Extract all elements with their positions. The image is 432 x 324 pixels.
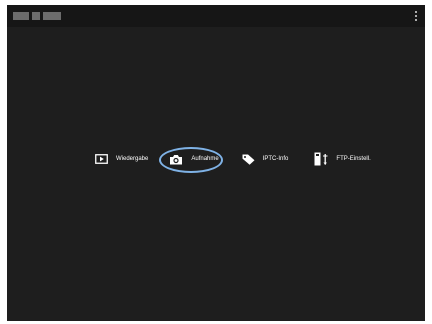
title-logo-block [13, 12, 29, 20]
iptc-info-label: IPTC-Info [262, 156, 289, 162]
iptc-info-button[interactable]: IPTC-Info [242, 154, 289, 165]
ftp-settings-button[interactable]: FTP-Einstell. [314, 152, 371, 166]
menu-dot [415, 19, 417, 21]
app-title-logo [13, 12, 61, 20]
tag-icon [242, 154, 255, 165]
title-logo-block [43, 12, 61, 20]
mode-selector: Wiedergabe Aufnahme IPTC-Info FTP-Einste… [95, 146, 371, 173]
playback-icon [95, 154, 108, 164]
menu-dot [415, 11, 417, 13]
menu-kebab-icon[interactable] [410, 8, 422, 24]
main-content: Wiedergabe Aufnahme IPTC-Info FTP-Einste… [7, 27, 425, 321]
playback-label: Wiedergabe [116, 156, 149, 162]
ftp-icon [314, 152, 328, 166]
ftp-settings-label: FTP-Einstell. [336, 156, 371, 162]
app-window: Wiedergabe Aufnahme IPTC-Info FTP-Einste… [7, 5, 425, 321]
title-logo-block [32, 12, 40, 20]
titlebar [7, 5, 425, 27]
menu-dot [415, 15, 417, 17]
shooting-button[interactable]: Aufnahme [159, 146, 224, 173]
playback-button[interactable]: Wiedergabe [95, 154, 148, 164]
selection-highlight [159, 146, 224, 173]
